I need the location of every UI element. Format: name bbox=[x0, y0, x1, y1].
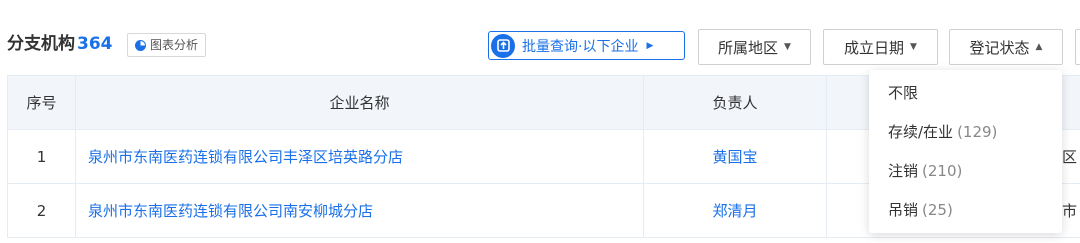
batch-query-icon bbox=[491, 33, 515, 58]
status-option-count: (210) bbox=[922, 162, 963, 180]
pie-chart-icon bbox=[135, 39, 146, 51]
filter-region-label: 所属地区 bbox=[718, 38, 779, 57]
status-option-label: 吊销 bbox=[888, 201, 919, 219]
registration-status-dropdown: 不限 存续/在业 (129) 注销 (210) 吊销 (25) bbox=[869, 70, 1062, 233]
status-option-label: 不限 bbox=[888, 84, 919, 102]
company-name-link[interactable]: 泉州市东南医药连锁有限公司丰泽区培英路分店 bbox=[75, 129, 644, 184]
column-header-index: 序号 bbox=[7, 75, 76, 130]
section-title: 分支机构 364 bbox=[7, 31, 113, 57]
triangle-right-icon: ▶ bbox=[646, 40, 654, 51]
section-title-label: 分支机构 bbox=[7, 34, 75, 54]
owner-link[interactable]: 黄国宝 bbox=[643, 129, 827, 184]
batch-query-button[interactable]: 批量查询·以下企业 ▶ bbox=[488, 31, 685, 60]
status-option-count: (129) bbox=[957, 123, 998, 141]
owner-link[interactable]: 郑清月 bbox=[643, 183, 827, 238]
status-option-count: (25) bbox=[922, 201, 953, 219]
column-header-owner: 负责人 bbox=[643, 75, 827, 130]
batch-query-label: 批量查询·以下企业 bbox=[522, 38, 639, 55]
filter-more[interactable] bbox=[1075, 29, 1080, 65]
toolbar: 分支机构 364 图表分析 批量查询·以下企业 ▶ 所属地区 ▼ 成立日期 ▼ 登… bbox=[0, 0, 1080, 75]
caret-down-icon: ▼ bbox=[784, 42, 791, 52]
filter-region[interactable]: 所属地区 ▼ bbox=[698, 29, 811, 65]
row-index: 2 bbox=[7, 183, 76, 238]
branch-count: 364 bbox=[77, 34, 113, 54]
filter-founded-date[interactable]: 成立日期 ▼ bbox=[823, 29, 938, 65]
row-index: 1 bbox=[7, 129, 76, 184]
caret-down-icon: ▼ bbox=[910, 42, 917, 52]
filter-registration-status[interactable]: 登记状态 ▲ bbox=[949, 29, 1063, 65]
status-option-unlimited[interactable]: 不限 bbox=[869, 74, 1062, 113]
status-option-active[interactable]: 存续/在业 (129) bbox=[869, 113, 1062, 152]
filter-founded-date-label: 成立日期 bbox=[844, 38, 905, 57]
chart-analysis-button[interactable]: 图表分析 bbox=[127, 33, 207, 57]
company-name-link[interactable]: 泉州市东南医药连锁有限公司南安柳城分店 bbox=[75, 183, 644, 238]
status-option-revoked[interactable]: 吊销 (25) bbox=[869, 191, 1062, 230]
column-header-company-name: 企业名称 bbox=[75, 75, 644, 130]
status-option-label: 存续/在业 bbox=[888, 123, 954, 141]
status-option-cancelled[interactable]: 注销 (210) bbox=[869, 152, 1062, 191]
caret-up-icon: ▲ bbox=[1035, 42, 1043, 52]
filter-registration-status-label: 登记状态 bbox=[969, 38, 1030, 57]
chart-analysis-label: 图表分析 bbox=[150, 38, 199, 52]
status-option-label: 注销 bbox=[888, 162, 919, 180]
